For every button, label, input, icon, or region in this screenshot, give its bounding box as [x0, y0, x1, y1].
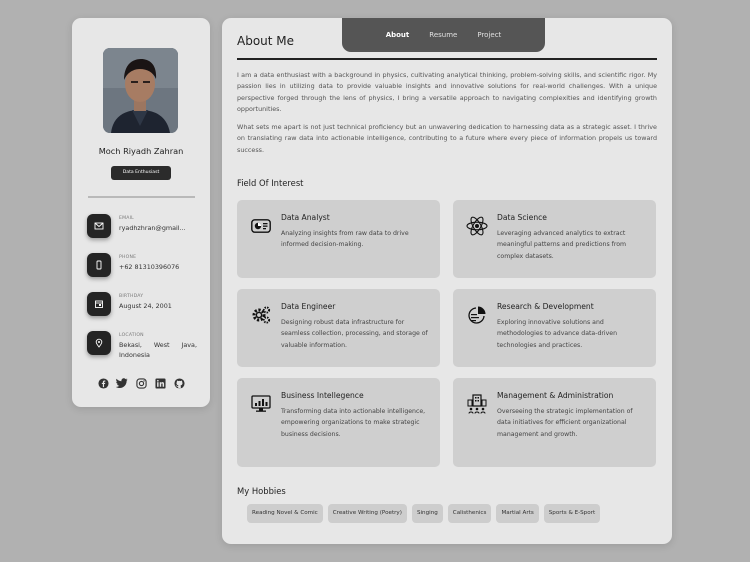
interest-card-research: Research & Development Exploring innovat…	[453, 289, 656, 367]
interest-title: Data Science	[497, 213, 547, 222]
dashboard-icon	[250, 215, 272, 237]
tab-about[interactable]: About	[386, 31, 410, 39]
interest-description: Analyzing insights from raw data to driv…	[281, 230, 409, 249]
interest-card-data-analyst: Data Analyst Analyzing insights from raw…	[237, 200, 440, 278]
divider	[88, 196, 195, 198]
tab-project[interactable]: Project	[477, 31, 501, 39]
email-label: EMAIL	[119, 216, 134, 221]
hobby-tag: Creative Writing (Poetry)	[327, 504, 407, 523]
phone-value[interactable]: +62 81310396076	[119, 262, 197, 272]
title-underline	[237, 58, 657, 60]
twitter-icon[interactable]	[116, 377, 128, 389]
email-value[interactable]: ryadhzhran@gmail...	[119, 223, 197, 233]
interest-description: Exploring innovative solutions and metho…	[497, 319, 618, 349]
interest-description: Overseeing the strategic implementation …	[497, 408, 633, 438]
instagram-icon[interactable]	[135, 377, 147, 389]
location-icon	[87, 331, 111, 355]
role-badge: Data Enthusiast	[111, 166, 171, 180]
top-nav: About Resume Project	[342, 18, 545, 52]
github-icon[interactable]	[173, 377, 185, 389]
interest-description: Transforming data into actionable intell…	[281, 408, 426, 438]
interest-title: Research & Development	[497, 302, 594, 311]
phone-label: PHONE	[119, 255, 137, 260]
interest-card-data-engineer: Data Engineer Designing robust data infr…	[237, 289, 440, 367]
hobbies-list: Reading Novel & Comic Creative Writing (…	[247, 504, 601, 523]
organization-icon	[466, 393, 488, 415]
gears-icon	[250, 304, 272, 326]
hobbies-title: My Hobbies	[237, 486, 286, 496]
location-value: Bekasi, West Java, Indonesia	[119, 341, 197, 359]
interest-title: Data Analyst	[281, 213, 330, 222]
facebook-icon[interactable]	[97, 377, 109, 389]
interest-title: Data Engineer	[281, 302, 336, 311]
social-links	[72, 377, 210, 389]
mail-icon	[87, 214, 111, 238]
monitor-chart-icon	[250, 393, 272, 415]
interest-card-management: Management & Administration Overseeing t…	[453, 378, 656, 467]
hobby-tag: Martial Arts	[496, 504, 539, 523]
interest-description: Leveraging advanced analytics to extract…	[497, 230, 627, 260]
hobby-tag: Sports & E-Sport	[543, 504, 601, 523]
research-chart-icon	[466, 304, 488, 326]
interest-description: Designing robust data infrastructure for…	[281, 319, 428, 349]
main-panel: About Resume Project About Me I am a dat…	[222, 18, 672, 544]
about-paragraph-1: I am a data enthusiast with a background…	[237, 71, 657, 114]
interest-card-business-intelligence: Business Intellegence Transforming data …	[237, 378, 440, 467]
about-paragraph-2: What sets me apart is not just technical…	[237, 123, 657, 154]
hobby-tag: Calisthenics	[447, 504, 492, 523]
phone-icon	[87, 253, 111, 277]
profile-sidebar: Moch Riyadh Zahran Data Enthusiast EMAIL…	[72, 18, 210, 407]
interest-card-data-science: Data Science Leveraging advanced analyti…	[453, 200, 656, 278]
page-title: About Me	[237, 34, 295, 48]
birthday-value: August 24, 2001	[119, 302, 172, 310]
interests-title: Field Of Interest	[237, 178, 304, 188]
hobby-tag: Reading Novel & Comic	[247, 504, 323, 523]
linkedin-icon[interactable]	[154, 377, 166, 389]
interest-title: Management & Administration	[497, 391, 614, 400]
birthday-label: BIRTHDAY	[119, 294, 144, 299]
atom-icon	[466, 215, 488, 237]
tab-resume[interactable]: Resume	[429, 31, 457, 39]
profile-name: Moch Riyadh Zahran	[98, 146, 184, 156]
hobby-tag: Singing	[411, 504, 443, 523]
location-label: LOCATION	[119, 333, 144, 338]
avatar	[103, 48, 178, 133]
interest-title: Business Intellegence	[281, 391, 364, 400]
calendar-icon	[87, 292, 111, 316]
